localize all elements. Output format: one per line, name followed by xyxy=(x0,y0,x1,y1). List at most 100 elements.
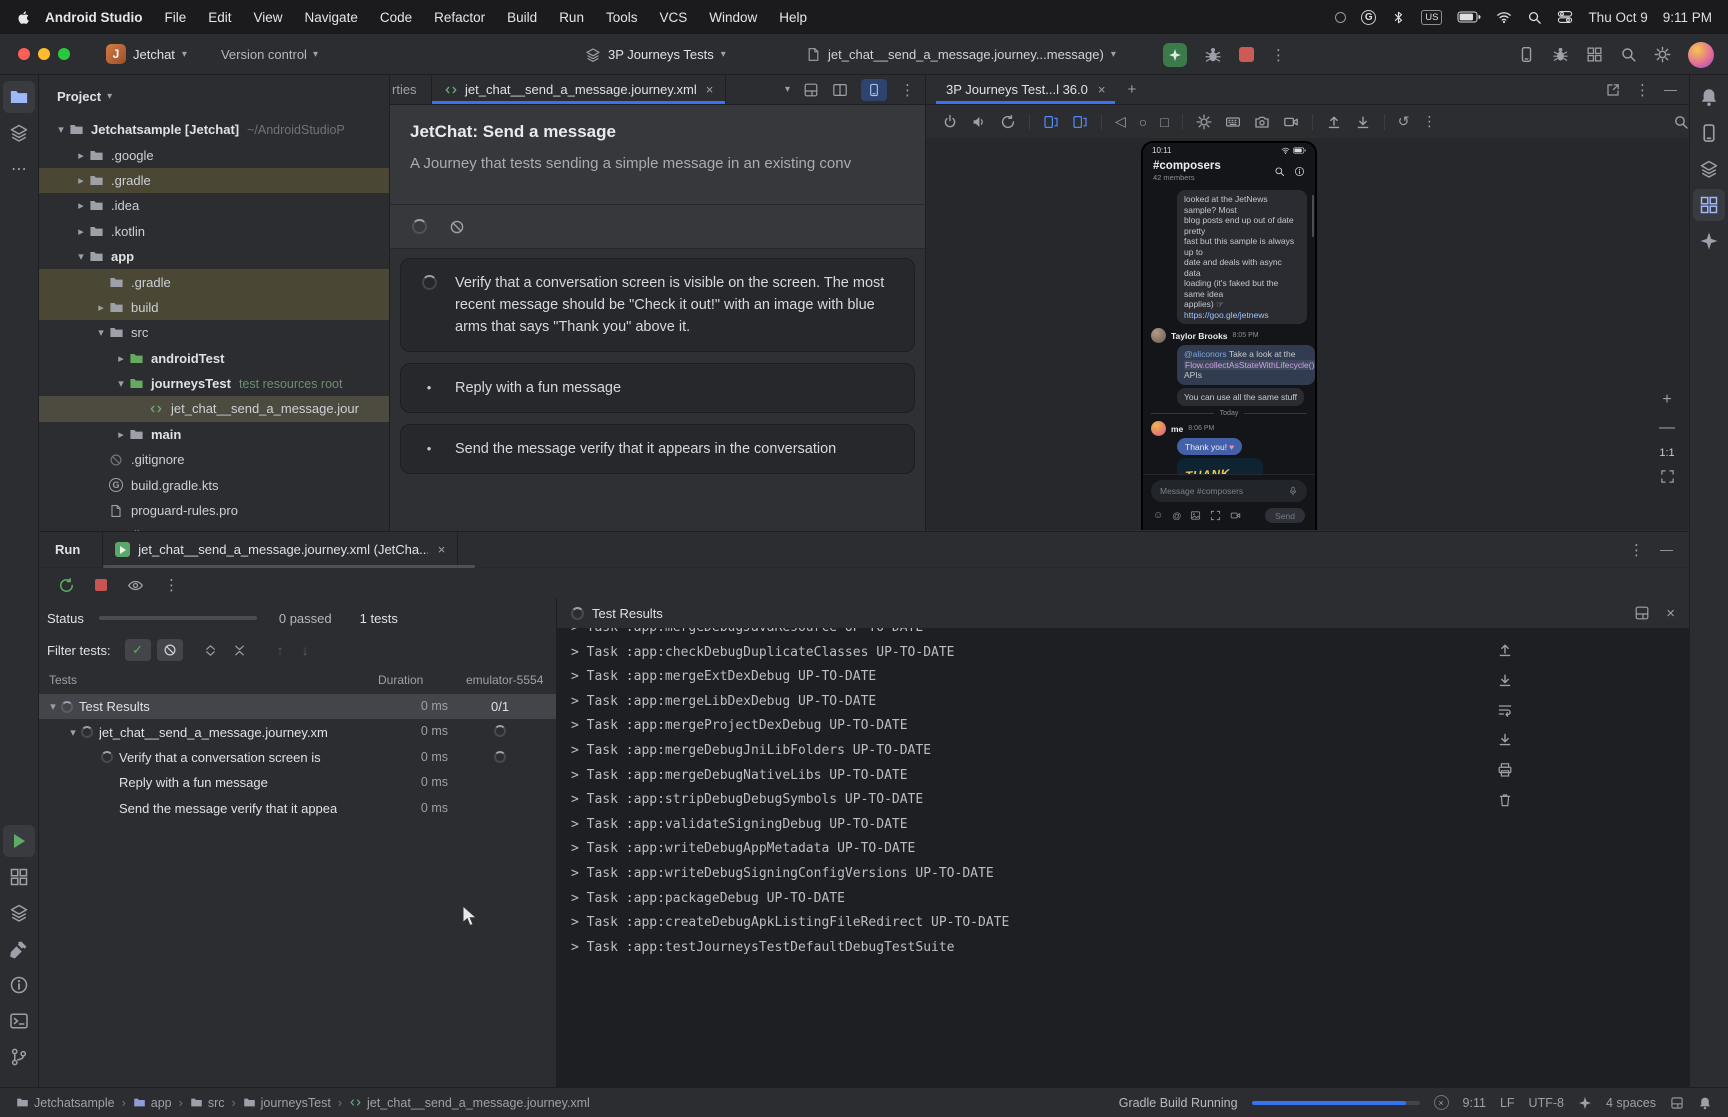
phone-icon[interactable] xyxy=(1693,117,1725,149)
overview-icon[interactable]: □ xyxy=(1160,114,1168,130)
project-tree-row[interactable]: ▾Jetchatsample [Jetchat]~/AndroidStudioP xyxy=(39,117,389,142)
emoji-icon[interactable]: ☺ xyxy=(1153,510,1163,521)
fit-to-window-icon[interactable] xyxy=(1660,469,1675,484)
test-tree-row[interactable]: ▾jet_chat__send_a_message.journey.xm0 ms xyxy=(39,719,556,744)
menu-file[interactable]: File xyxy=(164,10,186,25)
hammer-icon[interactable] xyxy=(3,933,35,965)
window-zoom-button[interactable] xyxy=(58,48,70,60)
collapse-all-button[interactable] xyxy=(228,642,251,658)
indent-setting[interactable]: 4 spaces xyxy=(1606,1096,1656,1110)
notifications-bell-icon[interactable] xyxy=(1698,1096,1712,1110)
chat-search-icon[interactable] xyxy=(1274,166,1285,177)
send-button[interactable]: Send xyxy=(1265,508,1305,523)
menubar-app-name[interactable]: Android Studio xyxy=(45,10,142,25)
run-panel-more-icon[interactable]: ⋮ xyxy=(1629,541,1644,559)
chat-mention[interactable]: @aliconors xyxy=(1184,349,1227,359)
chat-message-list[interactable]: looked at the JetNews sample? Mostblog p… xyxy=(1143,187,1315,474)
more-actions-icon[interactable]: ⋮ xyxy=(1271,46,1286,64)
chevron-closed-icon[interactable]: ▸ xyxy=(93,301,109,314)
breadcrumb-item[interactable]: Jetchatsample xyxy=(16,1096,115,1110)
minimize-icon[interactable]: — xyxy=(1660,542,1673,557)
editor-more-icon[interactable]: ⋮ xyxy=(900,81,915,99)
chat-link[interactable]: https://goo.gle/jetnews xyxy=(1184,310,1269,320)
ai-assistant-icon[interactable] xyxy=(1578,1096,1592,1110)
layers-icon[interactable] xyxy=(3,897,35,929)
gradle-build-label[interactable]: Gradle Build Running xyxy=(1119,1096,1238,1110)
cancel-build-button[interactable]: × xyxy=(1434,1095,1449,1110)
back-icon[interactable]: ◁ xyxy=(1115,113,1126,130)
apple-logo-icon[interactable] xyxy=(16,10,31,25)
run-play-icon[interactable] xyxy=(3,825,35,857)
window-close-button[interactable] xyxy=(18,48,30,60)
power-icon[interactable] xyxy=(942,114,958,130)
home-icon[interactable]: ○ xyxy=(1139,114,1147,130)
chevron-closed-icon[interactable]: ▸ xyxy=(73,225,89,238)
close-icon[interactable]: × xyxy=(438,542,446,557)
minimize-icon[interactable]: — xyxy=(1664,82,1677,97)
control-center-icon[interactable] xyxy=(1557,9,1573,25)
clear-console-icon[interactable] xyxy=(1497,792,1513,808)
stop-button[interactable] xyxy=(1239,47,1254,62)
chevron-closed-icon[interactable]: ▸ xyxy=(73,174,89,187)
screen-record-icon[interactable] xyxy=(1283,114,1299,130)
more-icon[interactable]: ⋯ xyxy=(3,153,35,185)
chevron-closed-icon[interactable]: ▸ xyxy=(113,428,129,441)
chevron-closed-icon[interactable]: ▸ xyxy=(73,199,89,212)
chevron-open-icon[interactable]: ▾ xyxy=(53,123,69,136)
chevron-open-icon[interactable]: ▾ xyxy=(65,726,81,739)
project-tree-row[interactable]: ▸androidTest xyxy=(39,346,389,371)
wifi-icon[interactable] xyxy=(1496,9,1512,25)
scroll-to-end-icon[interactable] xyxy=(1497,732,1513,748)
device-settings-icon[interactable] xyxy=(1196,114,1212,130)
google-icon[interactable]: G xyxy=(1361,10,1376,25)
previous-failed-button[interactable]: ↑ xyxy=(271,642,290,658)
test-tree-row[interactable]: Reply with a fun message0 ms xyxy=(39,770,556,795)
debug-button[interactable] xyxy=(1204,46,1222,64)
project-tree-row[interactable]: .gradle xyxy=(39,269,389,294)
breadcrumb-item[interactable]: jet_chat__send_a_message.journey.xml xyxy=(349,1096,590,1110)
tab-scrollbar[interactable] xyxy=(103,565,475,568)
menu-navigate[interactable]: Navigate xyxy=(305,10,358,25)
project-selector[interactable]: J Jetchat ▾ xyxy=(98,40,195,68)
zoom-out-button[interactable]: — xyxy=(1659,419,1675,437)
chevron-closed-icon[interactable]: ▸ xyxy=(73,149,89,162)
test-tree-row[interactable]: Send the message verify that it appea0 m… xyxy=(39,796,556,821)
menu-view[interactable]: View xyxy=(254,10,283,25)
close-icon[interactable]: × xyxy=(706,82,714,97)
tests-column-header[interactable]: Tests xyxy=(49,673,77,687)
menubar-time[interactable]: 9:11 PM xyxy=(1663,10,1712,25)
more-icon[interactable]: ⋮ xyxy=(1422,113,1436,130)
project-tree-row[interactable]: proguard-rules.pro xyxy=(39,498,389,523)
battery-icon[interactable] xyxy=(1457,11,1481,23)
bell-icon[interactable] xyxy=(1693,81,1725,113)
project-tree-row[interactable]: ▸build xyxy=(39,295,389,320)
project-tree-row[interactable]: ▾src xyxy=(39,320,389,345)
image-icon[interactable] xyxy=(1190,510,1201,521)
run-panel-title[interactable]: Run xyxy=(39,532,102,567)
layers-icon[interactable] xyxy=(3,117,35,149)
device-tab[interactable]: 3P Journeys Test...l 36.0 × xyxy=(936,75,1115,104)
grid-icon[interactable] xyxy=(3,861,35,893)
readonly-lock-icon[interactable] xyxy=(1670,1096,1684,1110)
info-icon[interactable] xyxy=(3,969,35,1001)
project-tree-row[interactable]: ▸.gradle xyxy=(39,168,389,193)
bluetooth-icon[interactable] xyxy=(1391,10,1406,25)
menu-edit[interactable]: Edit xyxy=(208,10,231,25)
terminal-icon[interactable] xyxy=(3,1005,35,1037)
run-toolbar-more-icon[interactable]: ⋮ xyxy=(164,576,179,594)
journey-step-card[interactable]: •Reply with a fun message xyxy=(400,363,915,413)
show-ignored-toggle[interactable] xyxy=(157,639,183,661)
journey-step-card[interactable]: Verify that a conversation screen is vis… xyxy=(400,258,915,352)
run-tab[interactable]: jet_chat__send_a_message.journey.xml (Je… xyxy=(102,532,458,567)
settings-gear-icon[interactable] xyxy=(1654,46,1671,63)
chat-info-icon[interactable] xyxy=(1294,166,1305,177)
crop-icon[interactable] xyxy=(1210,510,1221,521)
project-tree-row[interactable]: ▸.google xyxy=(39,142,389,167)
project-panel-header[interactable]: Project ▾ xyxy=(39,75,389,117)
menubar-date[interactable]: Thu Oct 9 xyxy=(1588,10,1647,25)
volume-icon[interactable] xyxy=(971,114,987,130)
spotlight-search-icon[interactable] xyxy=(1527,10,1542,25)
device-panel-more-icon[interactable]: ⋮ xyxy=(1635,81,1650,99)
ai-star-icon[interactable] xyxy=(1693,225,1725,257)
rerun-button[interactable] xyxy=(58,577,75,594)
